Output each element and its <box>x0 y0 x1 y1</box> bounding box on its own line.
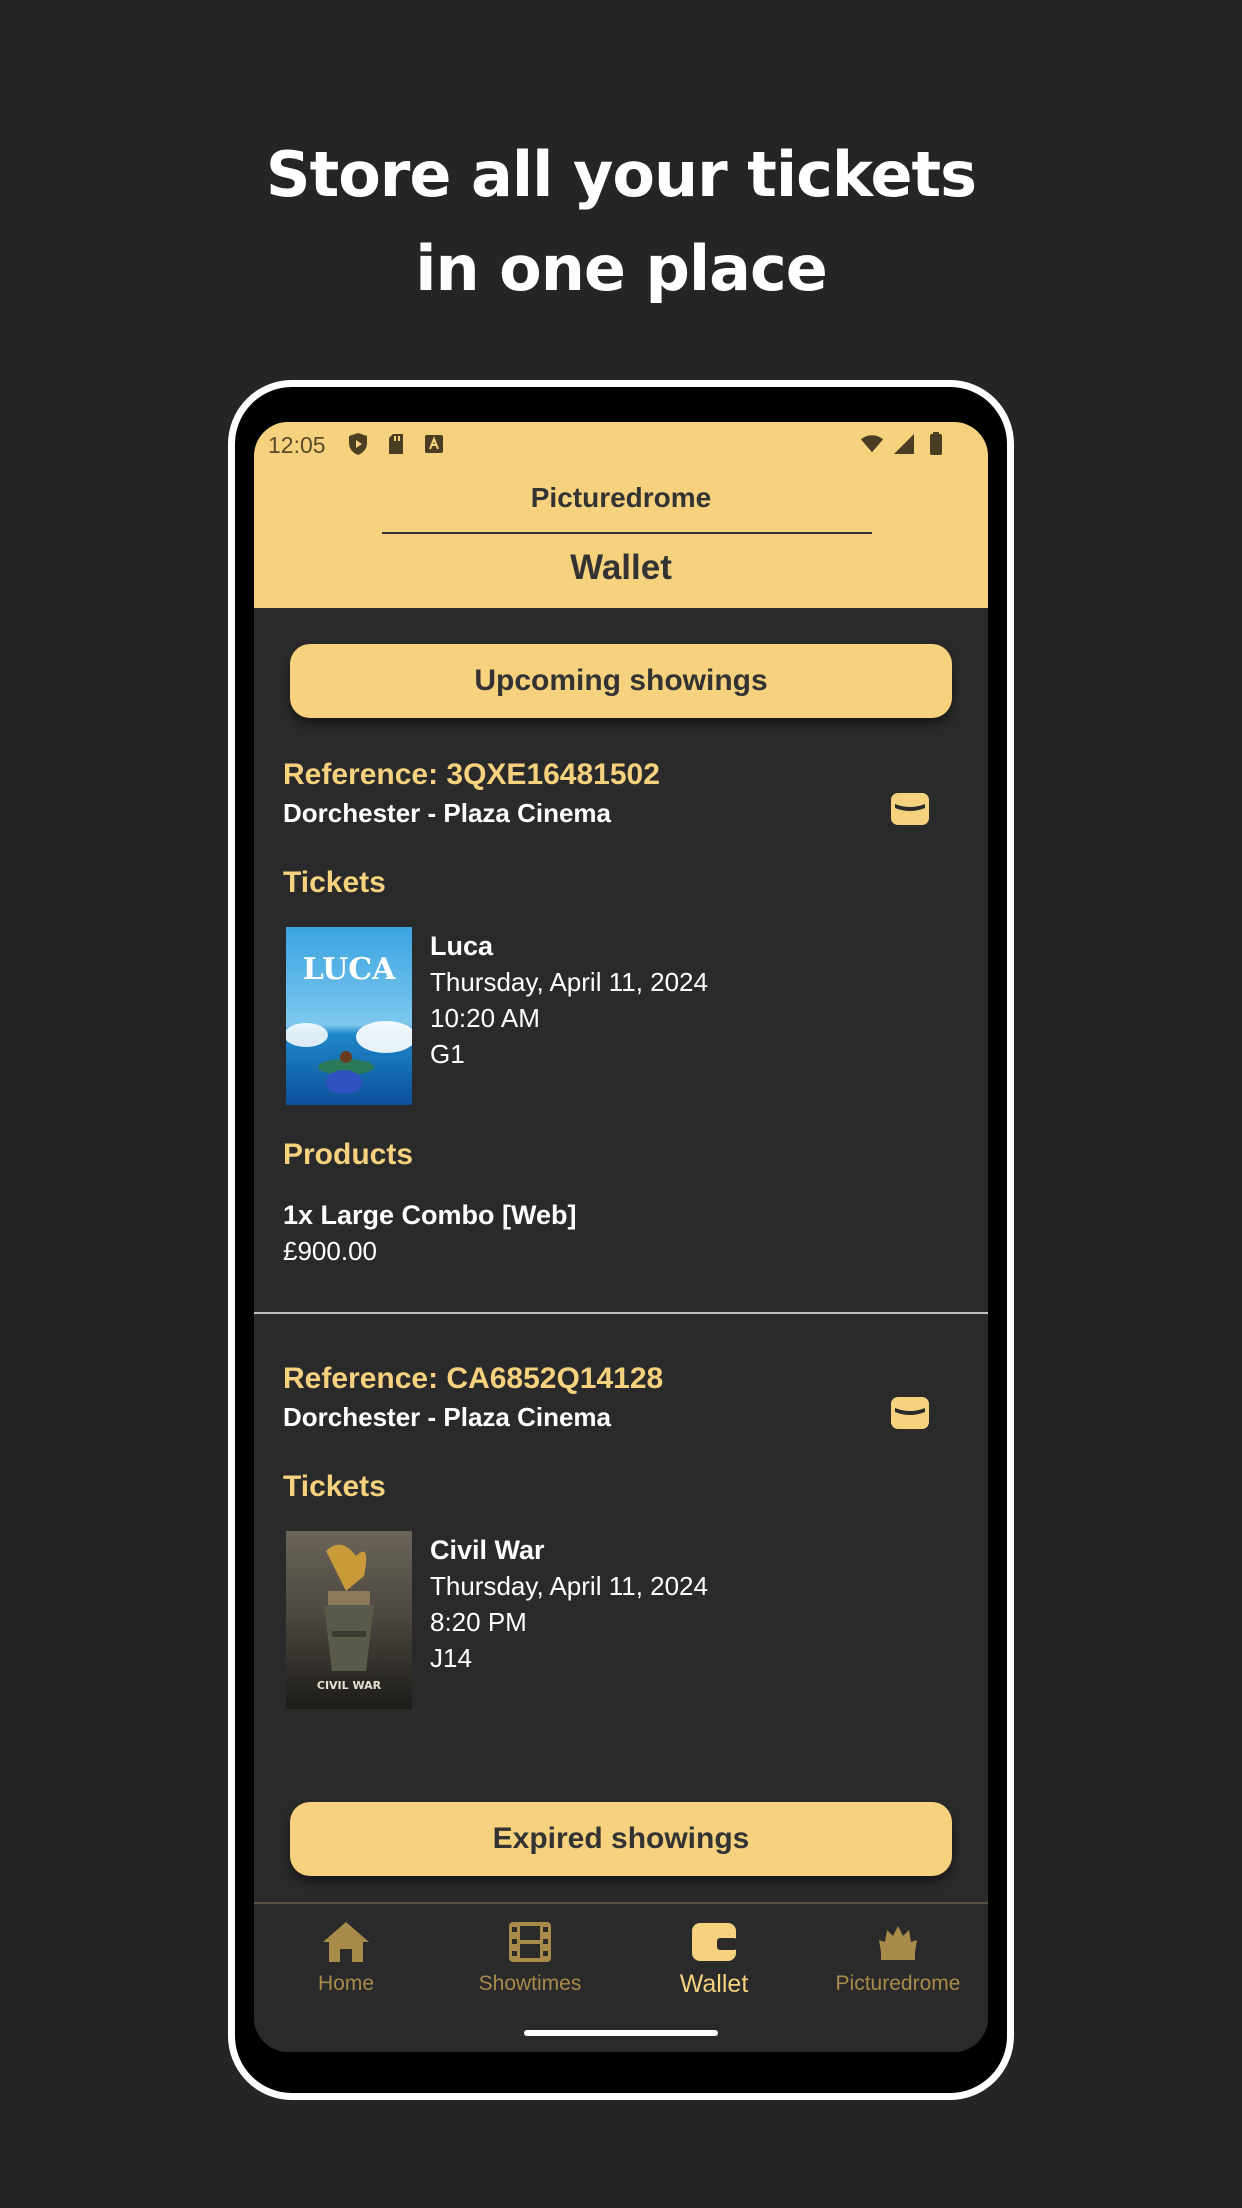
booking-location: Dorchester - Plaza Cinema <box>283 798 612 828</box>
add-to-wallet-button[interactable] <box>890 1396 930 1430</box>
promo-headline: Store all your tickets in one place <box>0 128 1242 316</box>
booking-reference: Reference: CA6852Q14128 <box>283 1362 664 1395</box>
home-icon <box>254 1918 438 1966</box>
wallet-icon <box>891 1397 929 1429</box>
font-a-icon <box>422 432 446 456</box>
products-heading: Products <box>283 1138 414 1171</box>
nav-item-picturedrome[interactable]: Picturedrome <box>806 1918 988 1996</box>
expired-showings-button[interactable]: Expired showings <box>290 1802 952 1876</box>
ticket-date: Thursday, April 11, 2024 <box>430 1571 708 1601</box>
nav-label: Wallet <box>679 1970 749 1998</box>
movie-poster-luca[interactable]: LUCA <box>286 927 412 1105</box>
signal-icon <box>892 432 916 456</box>
cinema-logo-icon <box>806 1918 988 1966</box>
wifi-icon <box>860 432 884 456</box>
nav-item-showtimes[interactable]: Showtimes <box>438 1918 622 1996</box>
wallet-icon <box>622 1918 806 1966</box>
product-price: £900.00 <box>283 1236 377 1266</box>
ticket-movie-title: Civil War <box>430 1535 545 1565</box>
nav-label: Picturedrome <box>835 1972 961 1995</box>
booking-reference: Reference: 3QXE16481502 <box>283 758 660 791</box>
promo-headline-line1: Store all your tickets <box>265 138 977 211</box>
booking-location: Dorchester - Plaza Cinema <box>283 1402 612 1432</box>
ticket-info: Civil War Thursday, April 11, 2024 8:20 … <box>430 1532 708 1676</box>
tickets-heading: Tickets <box>283 1470 386 1503</box>
page-title: Wallet <box>570 548 672 587</box>
wallet-icon <box>891 793 929 825</box>
phone-screen: 12:05 Picturedrome Wallet Upcoming showi… <box>254 422 988 2052</box>
battery-icon <box>924 432 948 456</box>
ticket-movie-title: Luca <box>430 931 494 961</box>
booking-divider <box>254 1312 988 1314</box>
ticket-date: Thursday, April 11, 2024 <box>430 967 708 997</box>
ticket-seat: J14 <box>430 1643 472 1673</box>
home-indicator[interactable] <box>524 2030 718 2036</box>
upcoming-showings-button[interactable]: Upcoming showings <box>290 644 952 718</box>
film-icon <box>438 1918 622 1966</box>
movie-poster-civil-war[interactable]: CIVIL WAR <box>286 1531 412 1709</box>
app-bar: 12:05 Picturedrome Wallet <box>254 422 988 608</box>
tickets-heading: Tickets <box>283 866 386 899</box>
status-icons-left <box>346 432 446 456</box>
poster-title: CIVIL WAR <box>317 1679 382 1692</box>
ticket-info: Luca Thursday, April 11, 2024 10:20 AM G… <box>430 928 708 1072</box>
status-icons-right <box>860 432 948 456</box>
poster-title: LUCA <box>303 952 396 987</box>
nav-label: Home <box>317 1972 375 1995</box>
nav-item-wallet[interactable]: Wallet <box>622 1918 806 1999</box>
play-protect-icon <box>346 432 370 456</box>
product-name: 1x Large Combo [Web] <box>283 1200 577 1230</box>
nav-label: Showtimes <box>478 1972 582 1995</box>
sd-card-icon <box>384 432 408 456</box>
nav-item-home[interactable]: Home <box>254 1918 438 1996</box>
ticket-time: 8:20 PM <box>430 1607 527 1637</box>
app-bar-divider <box>382 532 872 534</box>
ticket-time: 10:20 AM <box>430 1003 540 1033</box>
ticket-seat: G1 <box>430 1039 465 1069</box>
promo-headline-line2: in one place <box>415 232 828 305</box>
add-to-wallet-button[interactable] <box>890 792 930 826</box>
cinema-name[interactable]: Picturedrome <box>254 482 988 514</box>
status-time: 12:05 <box>268 432 326 458</box>
